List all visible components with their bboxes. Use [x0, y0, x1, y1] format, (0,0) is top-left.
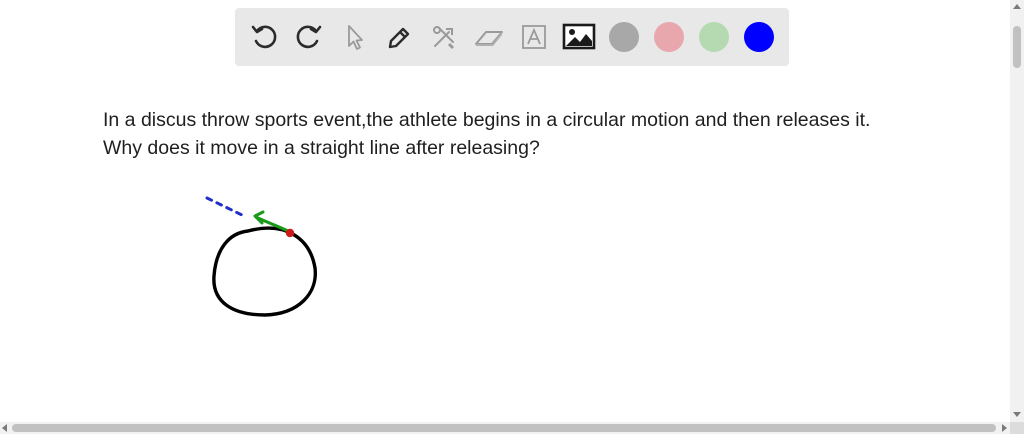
- circular-path-drawing: [212, 226, 317, 317]
- scroll-down-arrow-icon[interactable]: [1013, 412, 1021, 417]
- scroll-left-arrow-icon[interactable]: [2, 424, 7, 432]
- vertical-scrollbar[interactable]: [1010, 0, 1024, 422]
- horizontal-scrollbar[interactable]: [0, 422, 1010, 434]
- horizontal-scroll-thumb[interactable]: [12, 424, 996, 432]
- release-point: [285, 228, 295, 238]
- straight-line-path-dashes: [205, 196, 246, 218]
- scroll-up-arrow-icon[interactable]: [1013, 4, 1021, 9]
- whiteboard-canvas[interactable]: In a discus throw sports event,the athle…: [0, 0, 1010, 422]
- scroll-right-arrow-icon[interactable]: [1002, 424, 1007, 432]
- vertical-scroll-thumb[interactable]: [1013, 26, 1021, 68]
- hand-drawing: [205, 196, 317, 317]
- scrollbar-corner: [1010, 422, 1024, 434]
